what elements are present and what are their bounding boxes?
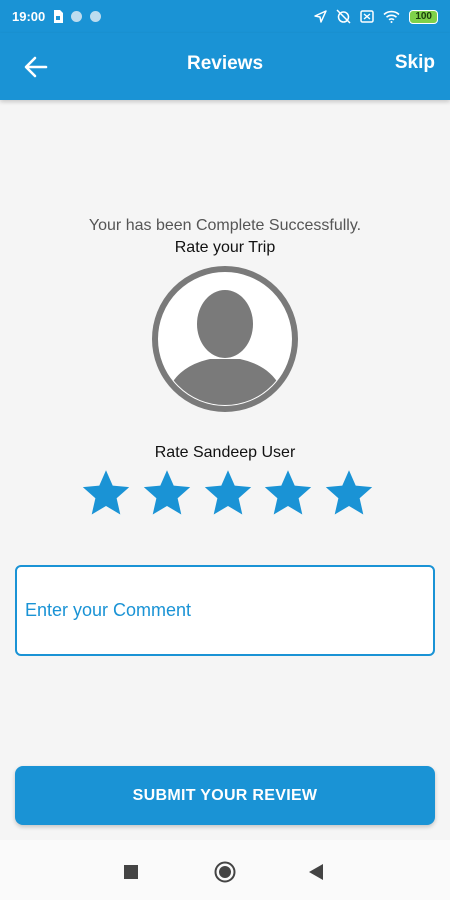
- star-rating: [80, 467, 375, 523]
- notification-dot-icon: [71, 11, 83, 22]
- no-sim-icon: [360, 10, 375, 23]
- alarm-off-icon: [336, 9, 351, 24]
- status-bar-right: 100: [314, 9, 438, 24]
- star-icon[interactable]: [202, 467, 254, 519]
- star-icon[interactable]: [80, 467, 132, 519]
- system-nav-bar: [0, 840, 450, 900]
- rate-user-label: Rate Sandeep User: [154, 444, 296, 461]
- sim-card-icon: [54, 10, 64, 23]
- wifi-icon: [383, 10, 400, 23]
- star-icon[interactable]: [323, 467, 375, 519]
- comment-input[interactable]: [17, 567, 433, 654]
- page-title: Reviews: [186, 53, 264, 74]
- recent-apps-icon[interactable]: [124, 865, 138, 879]
- status-bar: 19:00 100: [0, 0, 450, 33]
- status-bar-left: 19:00: [12, 9, 102, 24]
- success-message: Your has been Complete Successfully.: [88, 217, 362, 234]
- submit-review-button[interactable]: SUBMIT YOUR REVIEW: [15, 766, 435, 825]
- back-triangle-icon[interactable]: [309, 864, 323, 880]
- user-avatar-icon: [152, 266, 298, 412]
- app-bar: Reviews Skip: [0, 33, 450, 100]
- star-icon[interactable]: [262, 467, 314, 519]
- star-icon[interactable]: [141, 467, 193, 519]
- status-time: 19:00: [12, 9, 46, 24]
- rate-trip-label: Rate your Trip: [174, 239, 276, 256]
- skip-button[interactable]: Skip: [395, 52, 435, 74]
- home-icon[interactable]: [214, 861, 236, 883]
- battery-icon: 100: [409, 9, 438, 24]
- location-icon: [314, 10, 328, 23]
- comment-field-container: [15, 565, 435, 656]
- notification-dot-icon: [90, 11, 102, 22]
